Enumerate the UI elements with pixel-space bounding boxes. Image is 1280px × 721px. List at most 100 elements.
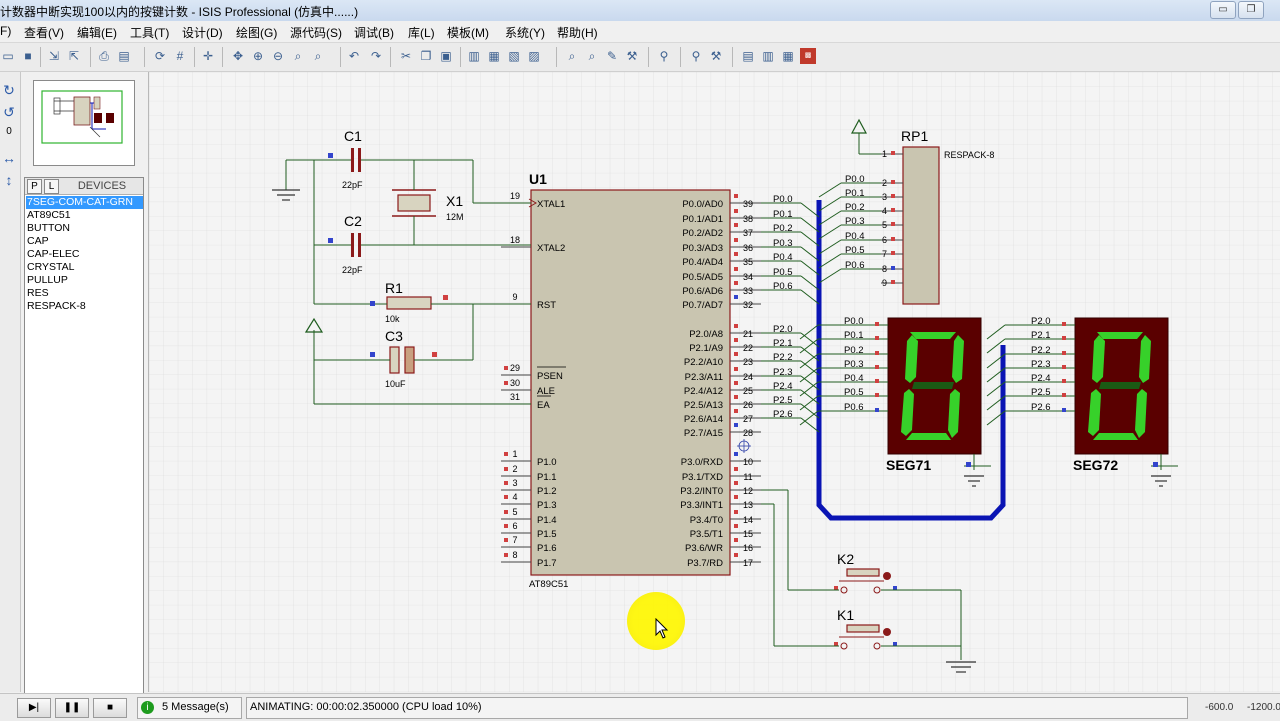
minimize-button[interactable]: ▭ xyxy=(1210,1,1236,19)
mirror-v-icon[interactable]: ↕ xyxy=(1,172,17,188)
folder-icon[interactable]: ▭ xyxy=(0,48,16,64)
paste-icon[interactable]: ▣ xyxy=(438,48,454,64)
pin-state-marker xyxy=(893,642,897,646)
u1-pin-number: 4 xyxy=(512,492,517,502)
schematic-editor[interactable]: U1 AT89C51 19 XTAL1 18 XTAL2 9 RST 29 PSEN 30 ALE 31… xyxy=(148,72,1280,692)
zoom-all-icon[interactable]: ⌕ xyxy=(290,48,306,64)
zoom-in-icon[interactable]: ⊕ xyxy=(250,48,266,64)
pick-devices-button[interactable]: P xyxy=(27,179,42,194)
decompose-icon[interactable]: ⚒ xyxy=(624,48,640,64)
menu-edit[interactable]: 编辑(E) xyxy=(77,24,117,41)
u1-pin-number: 35 xyxy=(743,257,753,267)
netlist-icon[interactable]: ▤ xyxy=(740,48,756,64)
menu-template[interactable]: 模板(M) xyxy=(447,24,489,41)
menu-system[interactable]: 系统(Y) xyxy=(505,24,545,41)
menu-library[interactable]: 库(L) xyxy=(408,24,435,41)
rotate-cw-icon[interactable]: ↻ xyxy=(1,82,17,98)
pin-state-marker xyxy=(734,467,738,471)
pan-icon[interactable]: ✥ xyxy=(230,48,246,64)
stop-button[interactable]: ■ xyxy=(93,698,127,718)
import-icon[interactable]: ⇲ xyxy=(46,48,62,64)
u1-pin-name: ALE xyxy=(537,386,555,397)
menu-design[interactable]: 设计(D) xyxy=(182,24,223,41)
c3-ref: C3 xyxy=(385,328,403,344)
undo-icon[interactable]: ↶ xyxy=(346,48,362,64)
device-list-item[interactable]: CAP-ELEC xyxy=(26,248,143,261)
button-cap xyxy=(846,568,880,577)
u1-pin-name: P2.5/A13 xyxy=(684,400,723,411)
rp1-pin-number: 3 xyxy=(882,192,887,202)
device-list-item[interactable]: RES xyxy=(26,287,143,300)
net-label: P0.5 xyxy=(844,387,864,398)
pin-state-marker xyxy=(734,324,738,328)
device-list-item[interactable]: 7SEG-COM-CAT-GRN xyxy=(26,196,143,209)
overview-window[interactable] xyxy=(33,80,135,166)
erc-icon[interactable]: ▦ xyxy=(780,48,796,64)
block-move-icon[interactable]: ▦ xyxy=(486,48,502,64)
search-icon[interactable]: ⚲ xyxy=(688,48,704,64)
device-list-item[interactable]: BUTTON xyxy=(26,222,143,235)
play-button[interactable]: ▶| xyxy=(17,698,51,718)
menu-graph[interactable]: 绘图(G) xyxy=(236,24,277,41)
pin-state-marker xyxy=(734,395,738,399)
library-manager-button[interactable]: L xyxy=(44,179,59,194)
block-delete-icon[interactable]: ▨ xyxy=(526,48,542,64)
device-list-item[interactable]: CRYSTAL xyxy=(26,261,143,274)
restore-icon: ❐ xyxy=(1246,4,1256,15)
menu-debug[interactable]: 调试(B) xyxy=(354,24,394,41)
net-label: P2.6 xyxy=(1031,402,1051,413)
net-label: P0.4 xyxy=(844,373,864,384)
print-icon[interactable]: ⎙ xyxy=(96,48,112,64)
block-rotate-icon[interactable]: ▧ xyxy=(506,48,522,64)
pin-state-marker xyxy=(891,180,895,184)
menu-source[interactable]: 源代码(S) xyxy=(290,24,342,41)
net-label: P0.2 xyxy=(844,345,864,356)
make-device-icon[interactable]: ⌕ xyxy=(584,48,600,64)
zoom-area-icon[interactable]: ⌕ xyxy=(310,48,326,64)
u1-pin-name: P0.6/AD6 xyxy=(682,286,723,297)
page-icon[interactable]: ▤ xyxy=(116,48,132,64)
device-list-item[interactable]: CAP xyxy=(26,235,143,248)
net-label: P0.2 xyxy=(773,223,793,234)
export-icon[interactable]: ⇱ xyxy=(66,48,82,64)
cut-icon[interactable]: ✂ xyxy=(398,48,414,64)
animation-status-text: ANIMATING: 00:00:02.350000 (CPU load 10%… xyxy=(250,701,482,713)
pick-icon[interactable]: ⌕ xyxy=(564,48,580,64)
zoom-out-icon[interactable]: ⊖ xyxy=(270,48,286,64)
segment-a xyxy=(1097,332,1143,339)
copy-icon[interactable]: ❐ xyxy=(418,48,434,64)
bom-icon[interactable]: ▥ xyxy=(760,48,776,64)
angle-field[interactable]: 0 xyxy=(1,124,17,140)
coord-x: -600.0 xyxy=(1205,702,1234,713)
block-copy-icon[interactable]: ▥ xyxy=(466,48,482,64)
button-ref: K2 xyxy=(837,551,854,567)
package-icon[interactable]: ✎ xyxy=(604,48,620,64)
origin-icon[interactable]: ✛ xyxy=(200,48,216,64)
net-label: P0.6 xyxy=(845,260,865,271)
restore-button[interactable]: ❐ xyxy=(1238,1,1264,19)
wire-autoroute-icon[interactable]: ⚲ xyxy=(656,48,672,64)
menu-view[interactable]: 查看(V) xyxy=(24,24,64,41)
device-list-item[interactable]: PULLUP xyxy=(26,274,143,287)
device-list-item[interactable]: AT89C51 xyxy=(26,209,143,222)
redo-icon[interactable]: ↷ xyxy=(368,48,384,64)
pause-button[interactable]: ❚❚ xyxy=(55,698,89,718)
messages-box[interactable]: i 5 Message(s) xyxy=(137,697,242,719)
u1-pin-number: 32 xyxy=(743,300,753,310)
u1-pin-name: XTAL1 xyxy=(537,199,565,210)
r1-body xyxy=(386,296,432,310)
ares-icon[interactable]: ▩ xyxy=(800,48,816,64)
menu-tools[interactable]: 工具(T) xyxy=(130,24,169,41)
u1-pin-number: 3 xyxy=(512,478,517,488)
menu-file[interactable]: F) xyxy=(0,24,11,38)
schematic-canvas[interactable]: U1AT89C5119XTAL118XTAL29RST29PSEN30ALE31… xyxy=(149,72,1280,692)
menu-help[interactable]: 帮助(H) xyxy=(557,24,598,41)
property-icon[interactable]: ⚒ xyxy=(708,48,724,64)
net-label: P2.0 xyxy=(1031,316,1051,327)
rotate-ccw-icon[interactable]: ↺ xyxy=(1,104,17,120)
save-icon[interactable]: ■ xyxy=(20,48,36,64)
mirror-h-icon[interactable]: ↔ xyxy=(1,150,17,166)
refresh-icon[interactable]: ⟳ xyxy=(152,48,168,64)
device-list-item[interactable]: RESPACK-8 xyxy=(26,300,143,313)
grid-icon[interactable]: # xyxy=(172,48,188,64)
